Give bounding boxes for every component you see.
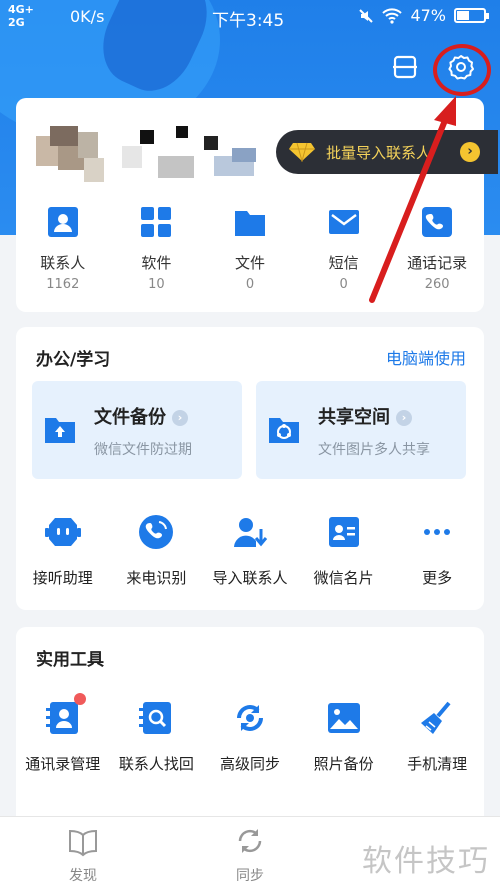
feature-title-text: 文件备份 [94, 407, 166, 428]
broom-icon [421, 701, 451, 734]
office-section: 办公/学习 电脑端使用 文件备份 › 微信文件防过期 共享空间 › 文件图片多人共享… [16, 327, 484, 610]
tool-import-contacts[interactable]: 导入联系人 [203, 513, 297, 588]
feature-title-text: 共享空间 [318, 407, 390, 428]
status-bar: 4G+ 2G 0K/s 下午3:45 47% [0, 0, 500, 34]
nav-label: 同步 [236, 868, 264, 884]
stat-label: 文件 [234, 254, 265, 272]
contacts-manage-icon [45, 702, 78, 734]
diamond-icon [289, 142, 315, 162]
nav-label: 发现 [69, 868, 97, 884]
tool-contact-recover[interactable]: 联系人找回 [110, 699, 204, 774]
stat-value: 260 [424, 277, 450, 292]
utilities-row: 通讯录管理 联系人找回 高级同步 照片备份 手机清理 [16, 693, 484, 774]
tool-photo-backup[interactable]: 照片备份 [297, 699, 391, 774]
battery-percent: 47% [410, 6, 446, 25]
tool-wechat-card[interactable]: 微信名片 [297, 513, 391, 588]
section-title: 办公/学习 [36, 350, 111, 370]
wifi-icon [382, 7, 403, 24]
nav-discover[interactable]: 发现 [53, 825, 113, 885]
tool-contacts-manage[interactable]: 通讯录管理 [16, 693, 110, 774]
stat-label: 通话记录 [407, 254, 468, 272]
stat-sms[interactable]: 短信 0 [297, 206, 391, 292]
sync-advanced-icon [236, 705, 263, 731]
tool-answer-assistant[interactable]: 接听助理 [16, 513, 110, 588]
import-contacts-promo[interactable]: 批量导入联系人 › [276, 130, 498, 174]
avatar-mosaic [36, 126, 256, 182]
card-icon [328, 517, 359, 547]
status-right: 47% [358, 6, 489, 25]
net-speed: 0K/s [70, 7, 105, 26]
stat-value: 0 [245, 277, 255, 292]
chevron-right-icon: › [172, 410, 188, 426]
network-type-bottom: 2G [8, 16, 25, 29]
tool-label: 通讯录管理 [25, 755, 101, 773]
stat-label: 联系人 [40, 254, 86, 272]
mute-icon [359, 8, 374, 23]
clock: 下午3:45 [212, 11, 285, 31]
stats-row: 联系人 1162 软件 10 文件 0 短信 0 通话记录 260 [16, 206, 484, 292]
stat-label: 短信 [328, 254, 359, 272]
office-tools-row: 接听助理 来电识别 导入联系人 微信名片 更多 [16, 513, 484, 588]
tool-more[interactable]: 更多 [390, 513, 484, 588]
stat-value: 10 [148, 277, 165, 292]
network-indicator: 4G+ 2G [8, 3, 34, 29]
photo-icon [327, 703, 360, 733]
tool-caller-id[interactable]: 来电识别 [110, 513, 204, 588]
stat-label: 软件 [141, 254, 172, 272]
tool-label: 更多 [422, 569, 453, 587]
file-backup-card[interactable]: 文件备份 › 微信文件防过期 [32, 381, 242, 479]
tool-label: 联系人找回 [118, 755, 194, 773]
stat-apps[interactable]: 软件 10 [110, 206, 204, 292]
sync-icon [238, 829, 262, 853]
tool-label: 导入联系人 [212, 569, 288, 587]
network-type-top: 4G+ [8, 3, 34, 16]
pc-usage-link[interactable]: 电脑端使用 [386, 345, 466, 369]
stat-calls[interactable]: 通话记录 260 [390, 206, 484, 292]
robot-icon [44, 518, 81, 546]
folder-icon [234, 211, 265, 236]
feature-subtitle: 文件图片多人共享 [318, 442, 430, 458]
stat-value: 0 [339, 277, 348, 292]
contact-recover-icon [139, 702, 172, 734]
tool-label: 照片备份 [313, 755, 374, 773]
annotation-circle [433, 44, 491, 96]
contact-icon [47, 207, 78, 237]
watermark: 软件技巧 [362, 844, 490, 879]
apps-icon [141, 207, 172, 237]
import-contact-icon [233, 518, 268, 547]
stat-value: 1162 [46, 277, 80, 292]
upload-folder-icon [45, 418, 75, 443]
feature-title: 文件备份 › [94, 403, 188, 429]
mail-icon [328, 210, 359, 234]
chevron-right-icon: › [396, 410, 412, 426]
stat-contacts[interactable]: 联系人 1162 [16, 206, 110, 292]
tool-label: 接听助理 [32, 569, 93, 587]
chevron-right-icon: › [460, 142, 480, 162]
tool-label: 微信名片 [313, 569, 374, 587]
battery-icon [454, 8, 489, 23]
nav-sync[interactable]: 同步 [220, 825, 280, 885]
caller-id-icon [139, 515, 174, 549]
book-icon [69, 829, 97, 857]
shared-space-card[interactable]: 共享空间 › 文件图片多人共享 [256, 381, 466, 479]
battery-level [457, 11, 470, 20]
tool-phone-clean[interactable]: 手机清理 [390, 699, 484, 774]
feature-title: 共享空间 › [318, 403, 412, 429]
share-folder-icon [269, 418, 299, 443]
tool-label: 来电识别 [126, 569, 187, 587]
notification-dot [74, 693, 86, 705]
section-title: 实用工具 [36, 650, 104, 670]
tool-label: 高级同步 [219, 755, 280, 773]
feature-subtitle: 微信文件防过期 [94, 442, 192, 458]
tool-advanced-sync[interactable]: 高级同步 [203, 699, 297, 774]
phone-icon [422, 207, 453, 237]
more-icon [424, 529, 451, 535]
tool-label: 手机清理 [407, 755, 468, 773]
scan-icon [393, 55, 417, 79]
scan-button[interactable] [390, 52, 420, 82]
promo-text: 批量导入联系人 [326, 143, 432, 162]
stat-files[interactable]: 文件 0 [203, 206, 297, 292]
